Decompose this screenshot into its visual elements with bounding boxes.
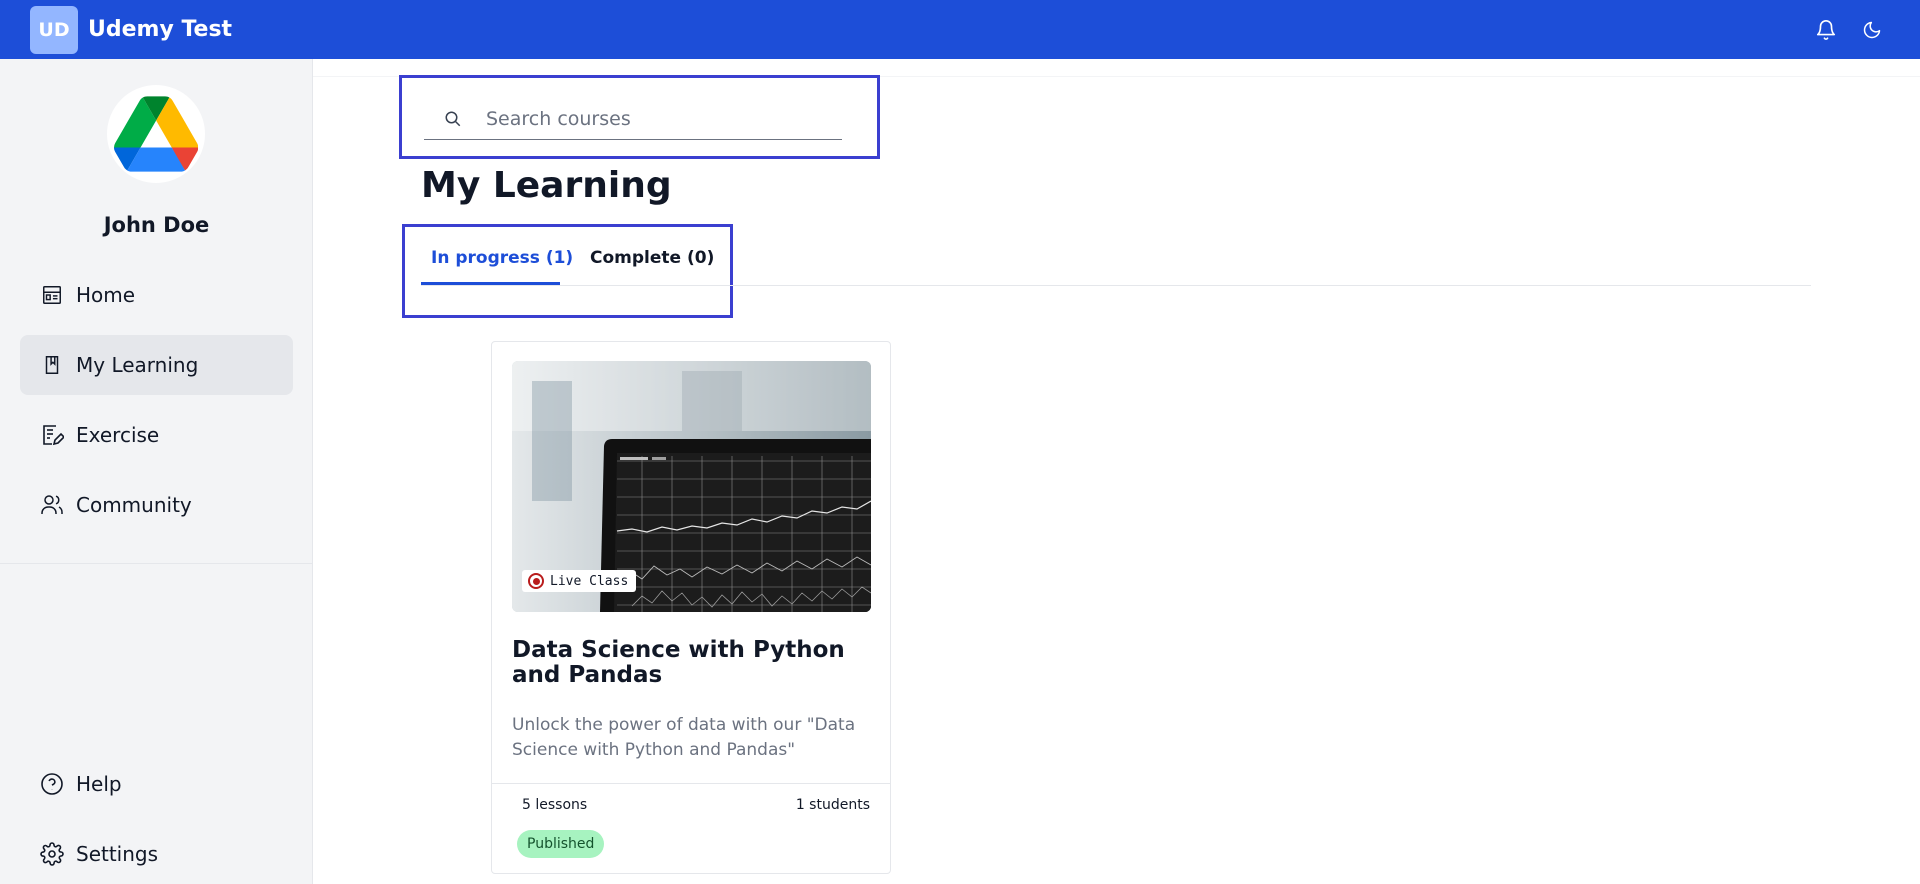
students-count: 1 students: [795, 797, 870, 813]
app-title[interactable]: Udemy Test: [88, 17, 232, 42]
search-field[interactable]: [424, 98, 842, 140]
bookmark-book-icon: [40, 353, 64, 377]
tab-in-progress[interactable]: In progress (1): [431, 248, 573, 268]
course-description: Unlock the power of data with our "Data …: [512, 715, 856, 760]
sidebar-item-label: My Learning: [76, 353, 199, 377]
course-title[interactable]: Data Science with Python and Pandas: [512, 638, 872, 688]
sidebar-item-label: Community: [76, 493, 192, 517]
main-content: My Learning In progress (1) Complete (0): [313, 59, 1920, 884]
help-circle-icon: [40, 772, 64, 796]
gear-icon: [40, 842, 64, 866]
google-drive-logo: [114, 96, 198, 172]
calendar-icon: [40, 283, 64, 307]
avatar[interactable]: [107, 85, 205, 183]
sidebar-item-exercise[interactable]: Exercise: [20, 405, 293, 465]
tab-complete[interactable]: Complete (0): [590, 248, 714, 268]
user-name: John Doe: [103, 213, 210, 237]
sidebar-divider: [0, 563, 313, 564]
sidebar-item-label: Settings: [76, 842, 159, 866]
lessons-count: 5 lessons: [522, 797, 588, 813]
top-actions: [1813, 17, 1885, 43]
search-icon: [444, 109, 464, 129]
card-divider: [492, 783, 890, 784]
course-card[interactable]: Live Class Data Science with Python and …: [491, 341, 891, 874]
app-logo-badge[interactable]: UD: [30, 5, 78, 54]
sidebar-bottom-nav: Help Settings: [20, 754, 293, 884]
search-highlight-box: [399, 75, 880, 159]
status-badge: Published: [517, 830, 605, 858]
sidebar-item-label: Exercise: [76, 423, 160, 447]
sidebar-item-my-learning[interactable]: My Learning: [20, 335, 293, 395]
users-icon: [40, 493, 64, 517]
live-class-label: Live Class: [550, 573, 629, 589]
tabs-divider: [421, 285, 1811, 286]
tabs-highlight-box: [402, 224, 733, 318]
document-edit-icon: [40, 423, 64, 447]
sidebar-nav: Home My Learning Exercise Community: [20, 265, 293, 545]
bell-icon[interactable]: [1813, 17, 1839, 43]
search-input[interactable]: [486, 107, 816, 130]
sidebar-item-community[interactable]: Community: [20, 475, 293, 535]
sidebar: John Doe Home My Learning Exercise Commu…: [0, 59, 313, 884]
sidebar-item-settings[interactable]: Settings: [20, 824, 293, 884]
top-bar: UD Udemy Test: [0, 0, 1920, 59]
sidebar-item-label: Help: [76, 772, 122, 796]
sidebar-item-label: Home: [76, 283, 136, 307]
course-thumbnail[interactable]: Live Class: [512, 361, 871, 612]
moon-icon[interactable]: [1859, 17, 1885, 43]
page-title: My Learning: [421, 165, 672, 206]
live-class-badge: Live Class: [522, 570, 637, 592]
sidebar-item-home[interactable]: Home: [20, 265, 293, 325]
sidebar-item-help[interactable]: Help: [20, 754, 293, 814]
active-tab-indicator: [421, 282, 560, 285]
record-icon: [528, 573, 544, 589]
